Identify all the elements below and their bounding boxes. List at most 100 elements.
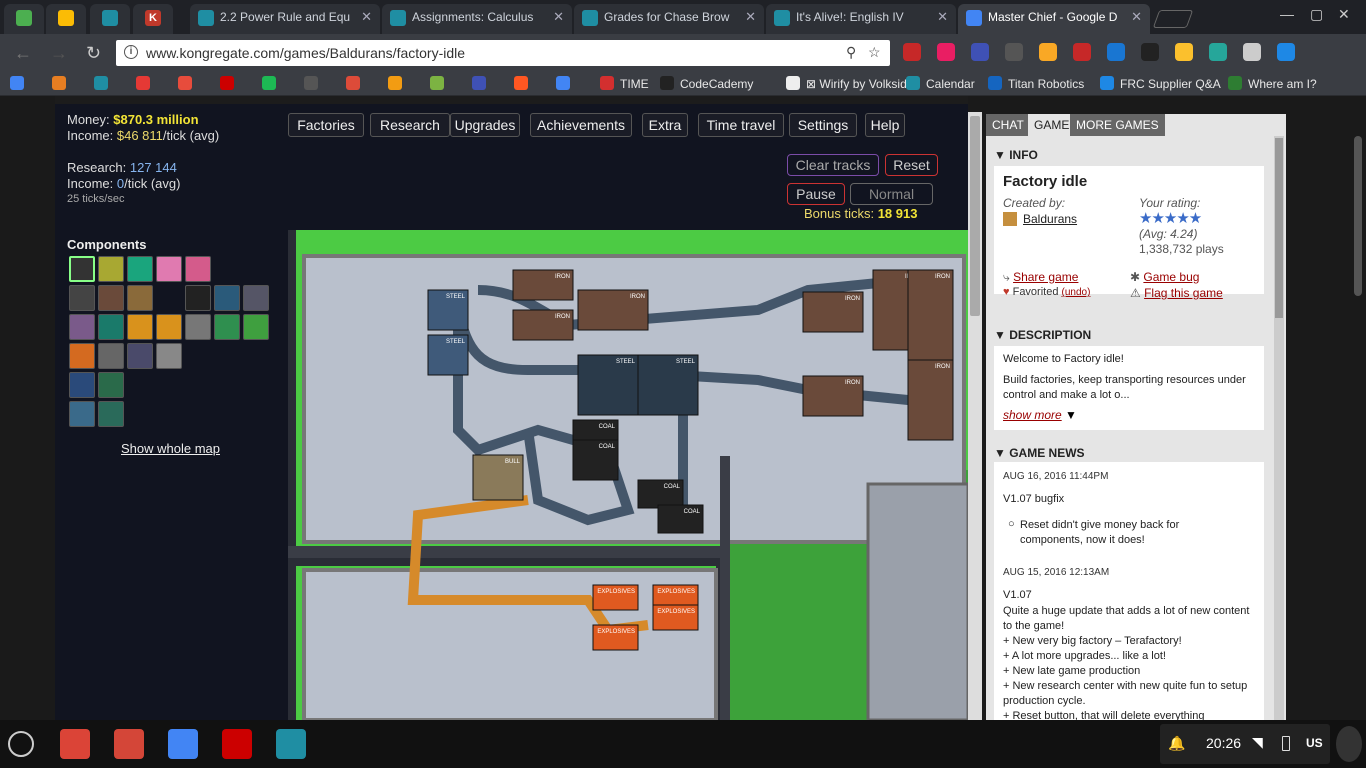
undo-link[interactable]: (undo) [1062,287,1091,298]
extension-icon[interactable] [1073,43,1091,61]
factory-map[interactable]: IRON IRON IRON STEEL STEEL STEEL STEEL COAL COAL… [288,230,968,720]
bookmark-item[interactable] [346,76,366,92]
flag-game[interactable]: ⚠ Flag this game [1130,286,1223,300]
tab-close-icon[interactable]: ✕ [553,4,564,30]
bookmark-item[interactable]: ⊠ Wirify by Volkside [786,76,913,92]
component-icon[interactable] [185,314,211,340]
chrome-icon[interactable] [60,729,90,759]
extension-icon[interactable] [1039,43,1057,61]
bell-icon[interactable]: 🔔 [1168,735,1185,752]
description-section-header[interactable]: ▼ DESCRIPTION [994,328,1091,342]
bookmark-item[interactable]: Titan Robotics [988,76,1084,92]
browser-tab[interactable] [90,4,130,34]
browser-tab[interactable] [4,4,44,34]
bookmark-item[interactable] [262,76,282,92]
author-link[interactable]: Baldurans [1023,212,1077,226]
page-scrollbar[interactable] [968,112,982,720]
menu-achievements-button[interactable]: Achievements [530,113,632,137]
component-icon[interactable] [98,372,124,398]
menu-upgrades-button[interactable]: Upgrades [450,113,520,137]
browser-tab[interactable]: Master Chief - Google D ✕ [958,4,1150,34]
bookmark-item[interactable] [472,76,492,92]
bookmark-item[interactable] [10,76,30,92]
menu-extra-button[interactable]: Extra [642,113,688,137]
pause-button[interactable]: Pause [787,183,845,205]
scroll-thumb[interactable] [970,116,980,316]
menu-time-travel-button[interactable]: Time travel [698,113,784,137]
bookmark-item[interactable] [220,76,240,92]
rating-stars[interactable]: ★★★★★ [1139,209,1202,227]
browser-tab[interactable]: K [133,4,173,34]
info-icon[interactable]: i [124,45,138,59]
address-bar[interactable]: i www.kongregate.com/games/Baldurans/fac… [116,40,890,66]
component-icon[interactable] [69,343,95,369]
gmail-icon[interactable] [114,729,144,759]
tab-chat[interactable]: CHAT [986,114,1030,136]
bookmark-item[interactable] [430,76,450,92]
show-whole-map-link[interactable]: Show whole map [121,441,220,456]
tab-close-icon[interactable]: ✕ [1131,4,1142,30]
url-text[interactable]: www.kongregate.com/games/Baldurans/facto… [146,45,465,61]
browser-tab[interactable]: Grades for Chase Brow ✕ [574,4,764,34]
clear-tracks-button[interactable]: Clear tracks [787,154,879,176]
game-bug[interactable]: ✱ Game bug [1130,270,1199,284]
show-more[interactable]: show more ▼ [1003,408,1077,422]
extension-icon[interactable] [1209,43,1227,61]
side-scrollbar[interactable] [1274,136,1284,720]
component-icon[interactable] [127,256,153,282]
extension-icon[interactable] [903,43,921,61]
bookmark-item[interactable] [52,76,72,92]
extension-icon[interactable] [971,43,989,61]
back-icon[interactable]: ← [14,43,32,64]
component-icon[interactable] [98,401,124,427]
close-window-button[interactable]: ✕ [1338,6,1350,23]
window-scroll-thumb[interactable] [1354,136,1362,296]
extension-icon[interactable] [1141,43,1159,61]
bookmark-item[interactable]: Where am I? [1228,76,1317,92]
extension-icon[interactable] [1175,43,1193,61]
extension-icon[interactable] [1277,43,1295,61]
menu-settings-button[interactable]: Settings [789,113,857,137]
clock[interactable]: 20:26 [1206,735,1241,751]
component-icon[interactable] [243,285,269,311]
map-canvas[interactable]: IRON IRON IRON STEEL STEEL STEEL STEEL COAL COAL… [288,230,968,720]
component-icon[interactable] [69,285,95,311]
maximize-button[interactable]: ▢ [1310,6,1323,23]
bookmark-item[interactable]: TIME [600,76,649,92]
component-icon[interactable] [156,256,182,282]
locale[interactable]: US [1306,736,1323,750]
show-more-link[interactable]: show more [1003,408,1062,422]
component-icon[interactable] [69,372,95,398]
bookmark-item[interactable]: CodeCademy [660,76,753,92]
component-icon[interactable] [156,343,182,369]
normal-speed-button[interactable]: Normal [850,183,933,205]
component-icon[interactable] [185,285,211,311]
browser-tab[interactable] [46,4,86,34]
forward-icon[interactable]: → [50,43,68,64]
component-icon[interactable] [214,285,240,311]
component-icon[interactable] [243,314,269,340]
tab-game[interactable]: GAME [1028,114,1076,136]
component-icon[interactable] [127,314,153,340]
component-icon[interactable] [98,256,124,282]
component-icon[interactable] [98,314,124,340]
browser-tab[interactable]: Assignments: Calculus ✕ [382,4,572,34]
share-link[interactable]: Share game [1013,270,1078,284]
app-icon[interactable] [276,729,306,759]
component-icon[interactable] [98,285,124,311]
bookmark-item[interactable] [304,76,324,92]
bookmark-item[interactable] [514,76,534,92]
flag-link[interactable]: Flag this game [1144,286,1223,300]
share-game[interactable]: ⤷ Share game [1003,270,1078,285]
game-bug-link[interactable]: Game bug [1143,270,1199,284]
bookmark-item[interactable] [388,76,408,92]
menu-help-button[interactable]: Help [865,113,905,137]
menu-research-button[interactable]: Research [370,113,450,137]
launcher-icon[interactable] [8,731,34,757]
bookmark-item[interactable]: Calendar [906,76,975,92]
youtube-icon[interactable] [222,729,252,759]
bookmark-star-icon[interactable]: ☆ [868,44,881,61]
tab-close-icon[interactable]: ✕ [937,4,948,30]
menu-factories-button[interactable]: Factories [288,113,364,137]
component-icon[interactable] [69,256,95,282]
